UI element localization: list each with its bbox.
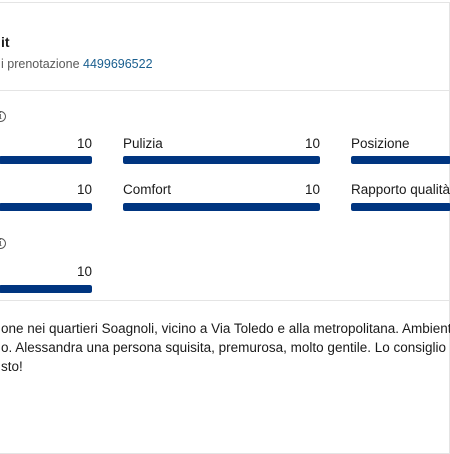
rating-bar [0, 285, 92, 293]
rating-bar-fill [0, 156, 92, 164]
rating-bar [123, 203, 320, 211]
review-line: one nei quartieri Soagnoli, vicino a Via… [1, 321, 450, 336]
header-divider [0, 90, 449, 91]
rating-score: 10 [76, 264, 92, 279]
review-line: o. Alessandra una persona squisita, prem… [1, 340, 450, 355]
rating-bar-fill [351, 156, 450, 164]
rating-score: 10 [76, 136, 92, 151]
rating-label-posizione: Posizione [351, 136, 410, 151]
rating-label-pulizia: Pulizia [123, 136, 163, 151]
rating-bar-fill [123, 203, 320, 211]
rating-bar [0, 156, 92, 164]
rating-bar [351, 156, 450, 164]
rating-label-rapporto-qualita: Rapporto qualità [351, 182, 450, 197]
ratings-divider [0, 300, 449, 301]
rating-bar [123, 156, 320, 164]
rating-bar-fill [351, 203, 450, 211]
info-icon[interactable]: i [0, 111, 6, 122]
rating-bar-fill [0, 203, 92, 211]
rating-score: 10 [76, 182, 92, 197]
rating-score: 10 [304, 136, 320, 151]
review-text: one nei quartieri Soagnoli, vicino a Via… [1, 319, 450, 376]
booking-label: i prenotazione [1, 57, 80, 71]
info-icon[interactable]: i [0, 238, 6, 249]
rating-bar-fill [0, 285, 92, 293]
property-title: it [1, 34, 10, 50]
rating-bar-fill [123, 156, 320, 164]
rating-bar [0, 203, 92, 211]
review-line: sto! [1, 359, 23, 374]
rating-bar [351, 203, 450, 211]
booking-info: i prenotazione 4499696522 [1, 57, 153, 71]
booking-number-link[interactable]: 4499696522 [83, 57, 153, 71]
review-card: it i prenotazione 4499696522 i 10 Pulizi… [0, 2, 450, 454]
rating-label-comfort: Comfort [123, 182, 172, 197]
rating-score: 10 [304, 182, 320, 197]
